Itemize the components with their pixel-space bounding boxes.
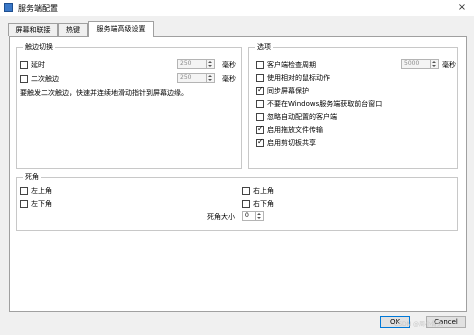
relative-mouse-checkbox[interactable] xyxy=(256,74,264,82)
bottom-right-corner-checkbox[interactable] xyxy=(242,200,250,208)
stepper-up-icon[interactable] xyxy=(208,75,212,77)
no-foreground-window-checkbox[interactable] xyxy=(256,100,264,108)
stepper-up-icon[interactable] xyxy=(432,61,436,63)
delay-value: 250 xyxy=(180,60,192,67)
options-group: 选项 客户端检查周期 5000 毫秒 使用相对的鼠标动作 同步屏幕保护 不要在W… xyxy=(248,42,458,169)
drag-drop-label: 启用拖放文件传输 xyxy=(267,126,323,134)
tab-advanced-server-settings[interactable]: 服务端高级设置 xyxy=(88,21,154,37)
double-tap-label: 二次触边 xyxy=(31,75,59,83)
bottom-right-corner-label: 右下角 xyxy=(253,200,274,208)
relative-mouse-label: 使用相对的鼠标动作 xyxy=(267,74,330,82)
corner-size-label: 死角大小 xyxy=(207,213,235,221)
top-left-corner-checkbox[interactable] xyxy=(20,187,28,195)
double-tap-value: 250 xyxy=(180,74,192,81)
heartbeat-stepper[interactable] xyxy=(430,60,438,68)
stepper-down-icon[interactable] xyxy=(432,65,436,67)
dead-corners-title: 死角 xyxy=(23,172,41,182)
stepper-up-icon[interactable] xyxy=(257,213,261,215)
heartbeat-value: 5000 xyxy=(404,60,420,67)
options-title: 选项 xyxy=(255,42,273,52)
tab-panel: 触边切换 延时 250 毫秒 二次触边 250 毫秒 要触发二次触边，快速并连续… xyxy=(9,36,467,312)
double-tap-hint: 要触发二次触边，快速并连续地滑动指针到屏幕边缘。 xyxy=(20,89,188,97)
stepper-up-icon[interactable] xyxy=(208,61,212,63)
tab-hotkeys[interactable]: 热键 xyxy=(58,23,88,36)
delay-label: 延时 xyxy=(31,61,45,69)
delay-spinbox[interactable]: 250 xyxy=(177,59,215,69)
heartbeat-spinbox[interactable]: 5000 xyxy=(401,59,439,69)
edge-switch-group: 触边切换 延时 250 毫秒 二次触边 250 毫秒 要触发二次触边，快速并连续… xyxy=(16,42,242,169)
double-tap-spinbox[interactable]: 250 xyxy=(177,73,215,83)
drag-drop-checkbox[interactable] xyxy=(256,124,264,134)
bottom-left-corner-label: 左下角 xyxy=(31,200,52,208)
sync-screensaver-checkbox[interactable] xyxy=(256,85,264,95)
double-tap-stepper[interactable] xyxy=(206,74,214,82)
heartbeat-label: 客户端检查周期 xyxy=(267,61,316,69)
double-tap-checkbox[interactable] xyxy=(20,75,28,83)
delay-unit: 毫秒 xyxy=(222,61,236,69)
heartbeat-checkbox[interactable] xyxy=(256,61,264,69)
sync-screensaver-label: 同步屏幕保护 xyxy=(267,87,309,95)
dead-corners-group: 死角 左上角 右上角 左下角 右下角 死角大小 0 xyxy=(16,172,458,231)
tab-screens-and-links[interactable]: 屏幕和联接 xyxy=(8,23,58,36)
app-icon xyxy=(4,3,13,12)
ignore-autoconfig-checkbox[interactable] xyxy=(256,113,264,121)
top-right-corner-checkbox[interactable] xyxy=(242,187,250,195)
stepper-down-icon[interactable] xyxy=(208,65,212,67)
delay-checkbox[interactable] xyxy=(20,61,28,69)
title-bar: 服务端配置 × xyxy=(0,0,474,16)
close-icon[interactable]: × xyxy=(455,1,469,14)
delay-stepper[interactable] xyxy=(206,60,214,68)
top-right-corner-label: 右上角 xyxy=(253,187,274,195)
corner-size-value: 0 xyxy=(245,212,249,219)
clipboard-sharing-checkbox[interactable] xyxy=(256,137,264,147)
stepper-down-icon[interactable] xyxy=(257,217,261,219)
no-foreground-window-label: 不要在Windows服务端获取前台窗口 xyxy=(267,100,383,108)
corner-size-spinbox[interactable]: 0 xyxy=(242,211,264,221)
double-tap-unit: 毫秒 xyxy=(222,75,236,83)
window-title: 服务端配置 xyxy=(18,4,58,13)
heartbeat-unit: 毫秒 xyxy=(442,61,456,69)
top-left-corner-label: 左上角 xyxy=(31,187,52,195)
watermark: CSDN @周小骨头 xyxy=(394,321,444,328)
ignore-autoconfig-label: 忽略自动配置的客户端 xyxy=(267,113,337,121)
clipboard-sharing-label: 启用剪切板共享 xyxy=(267,139,316,147)
bottom-left-corner-checkbox[interactable] xyxy=(20,200,28,208)
corner-size-stepper[interactable] xyxy=(255,212,263,220)
stepper-down-icon[interactable] xyxy=(208,79,212,81)
edge-switch-title: 触边切换 xyxy=(23,42,55,52)
